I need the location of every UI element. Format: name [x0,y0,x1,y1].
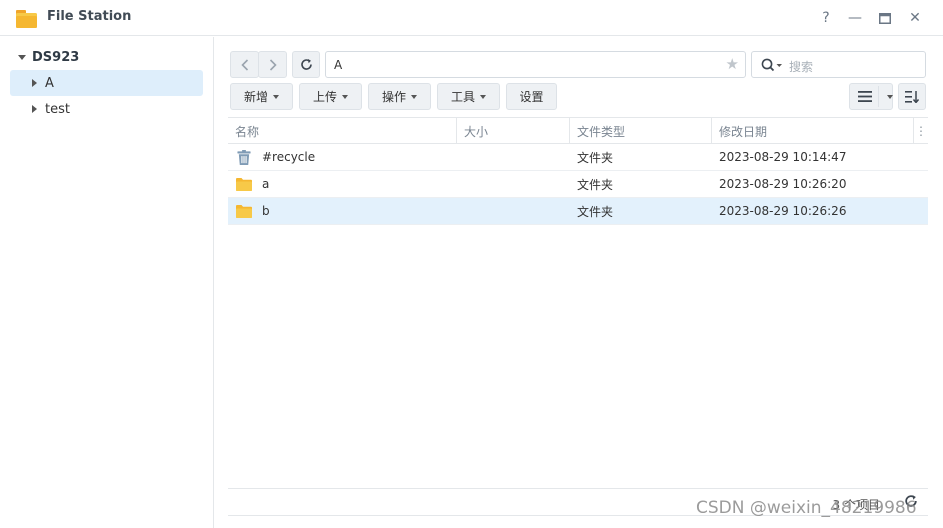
title-bar: File Station ? — ✕ [0,0,943,36]
tools-button[interactable]: 工具 [437,83,500,110]
sort-icon [905,90,919,103]
watermark: CSDN @weixin_48219986 [696,498,917,518]
tree-root-ds923[interactable]: DS923 [18,50,79,65]
maximize-icon [879,12,891,24]
file-name-cell: a [236,171,269,197]
sort-button[interactable] [898,83,926,110]
table-row[interactable]: #recycle 文件夹 2023-08-29 10:14:47 [228,144,928,171]
table-row[interactable]: b 文件夹 2023-08-29 10:26:26 [228,198,928,225]
column-type-header[interactable]: 文件类型 [570,118,712,144]
file-name: #recycle [262,150,316,164]
settings-button[interactable]: 设置 [506,83,557,110]
file-name: b [262,204,270,218]
settings-button-label: 设置 [519,90,544,104]
dropdown-arrow-icon [342,94,348,99]
dropdown-arrow-icon [480,94,486,99]
sidebar-item-label: A [45,75,54,91]
tree-root-label: DS923 [32,50,80,65]
file-type-cell: 文件夹 [577,204,614,219]
view-mode-button[interactable] [849,83,893,110]
minimize-icon: — [848,10,862,26]
table-row[interactable]: a 文件夹 2023-08-29 10:26:20 [228,171,928,198]
help-icon: ? [822,10,830,26]
minimize-button[interactable]: — [845,8,865,28]
tools-button-label: 工具 [450,90,475,104]
file-modified-cell: 2023-08-29 10:14:47 [719,150,847,164]
search-placeholder: 搜索 [789,60,814,74]
create-button-label: 新增 [243,90,268,104]
column-name-header[interactable]: 名称 [228,118,457,144]
refresh-button[interactable] [292,51,320,78]
dropdown-arrow-icon [273,94,279,99]
search-icon[interactable] [761,58,783,72]
file-name-cell: #recycle [236,144,315,170]
action-button-label: 操作 [381,90,406,104]
file-name: a [262,177,270,191]
refresh-icon [300,59,312,70]
file-station-icon [16,10,37,28]
column-modified-header[interactable]: 修改日期 [712,118,914,144]
file-list-header: 名称 大小 文件类型 修改日期 ⋮ [228,117,928,144]
upload-button-label: 上传 [312,90,337,104]
folder-icon [236,177,252,191]
chevron-down-icon[interactable] [18,55,26,60]
window-title: File Station [47,9,132,24]
sidebar-item-label: test [45,101,70,117]
upload-button[interactable]: 上传 [299,83,362,110]
path-bar[interactable]: A ★ [325,51,746,78]
chevron-right-icon [269,58,277,71]
chevron-right-icon[interactable] [32,105,37,113]
maximize-button[interactable] [875,8,895,28]
file-name-cell: b [236,198,270,224]
star-icon[interactable]: ★ [726,55,739,73]
sidebar-item-a[interactable]: A [10,70,203,96]
chevron-left-icon [240,58,248,71]
close-button[interactable]: ✕ [905,8,925,28]
sidebar: DS923 A test [0,37,214,528]
dropdown-arrow-icon[interactable] [887,95,893,99]
action-button[interactable]: 操作 [368,83,431,110]
divider [878,86,879,107]
recycle-bin-icon [237,149,251,165]
dropdown-arrow-icon [411,94,417,99]
close-icon: ✕ [909,10,921,26]
chevron-right-icon[interactable] [32,79,37,87]
sidebar-item-test[interactable]: test [10,96,203,122]
search-input[interactable]: 搜索 [751,51,926,78]
column-menu-icon[interactable]: ⋮ [914,118,928,144]
folder-icon [236,204,252,218]
file-type-cell: 文件夹 [577,150,614,165]
help-button[interactable]: ? [816,8,836,28]
file-modified-cell: 2023-08-29 10:26:20 [719,177,847,191]
list-view-icon [858,91,872,102]
path-text: A [334,58,343,72]
back-button[interactable] [230,51,259,78]
forward-button[interactable] [258,51,287,78]
column-size-header[interactable]: 大小 [457,118,570,144]
file-type-cell: 文件夹 [577,177,614,192]
create-button[interactable]: 新增 [230,83,293,110]
file-modified-cell: 2023-08-29 10:26:26 [719,204,847,218]
